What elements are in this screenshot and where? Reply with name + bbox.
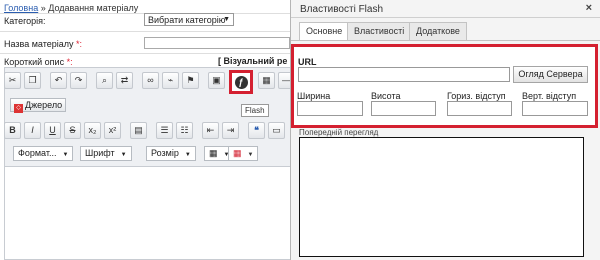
- dropdown-arrow-icon: ▼: [184, 152, 191, 158]
- dialog-title: Властивості Flash: [300, 4, 384, 15]
- div-icon[interactable]: ▭: [268, 122, 285, 139]
- divider: [0, 31, 290, 32]
- category-select[interactable]: Вибрати категорію ▼: [144, 13, 234, 26]
- url-input[interactable]: [298, 67, 510, 82]
- vspace-label: Верт. відступ: [522, 91, 577, 101]
- required-mark: *:: [76, 39, 83, 49]
- copy-icon[interactable]: ❐: [24, 72, 41, 89]
- find-icon[interactable]: ⌕: [96, 72, 113, 89]
- image-icon[interactable]: ▣: [208, 72, 225, 89]
- link-icon[interactable]: ∞: [142, 72, 159, 89]
- hr-icon[interactable]: ―: [278, 72, 290, 89]
- bold-button[interactable]: B: [4, 122, 21, 139]
- subscript-button[interactable]: x₂: [84, 122, 101, 139]
- dropdown-arrow-icon: ▼: [120, 152, 127, 158]
- dropdown-arrow-icon: ▼: [223, 16, 230, 23]
- toolbar-row-1-extra: ▦ ―: [258, 72, 290, 90]
- color-grid-icon: ▦: [209, 148, 218, 158]
- paste-text-icon[interactable]: ▤: [130, 122, 147, 139]
- title-input[interactable]: [144, 37, 290, 49]
- flash-icon: ƒ: [234, 75, 248, 89]
- preview-label: Попередній перегляд: [299, 128, 379, 137]
- short-desc-label: Короткий опис *:: [4, 57, 73, 67]
- tab-properties[interactable]: Властивості: [347, 22, 412, 40]
- flash-tooltip: Flash: [241, 104, 269, 117]
- anchor-icon[interactable]: ⚑: [182, 72, 199, 89]
- undo-icon[interactable]: ↶: [50, 72, 67, 89]
- browse-server-button[interactable]: Огляд Сервера: [513, 66, 588, 83]
- divider: [0, 53, 290, 54]
- breadcrumb: Головна » Додавання матеріалу: [4, 3, 138, 13]
- category-label: Категорія:: [4, 16, 46, 26]
- dropdown-arrow-icon: ▼: [247, 152, 254, 158]
- format-combo-label: Формат...: [18, 148, 57, 158]
- redo-icon[interactable]: ↷: [70, 72, 87, 89]
- preview-area: [299, 137, 584, 257]
- cut-icon[interactable]: ✂: [4, 72, 21, 89]
- dropdown-arrow-icon: ▼: [62, 152, 69, 158]
- title-label-text: Назва матеріалу: [4, 39, 74, 49]
- vspace-input[interactable]: [522, 101, 588, 116]
- width-label: Ширина: [297, 91, 331, 101]
- visual-editor-toggle[interactable]: [ Візуальний ре: [218, 56, 287, 66]
- toolbar-row-3: B I U S x₂ x² ▤ ☰ ☷ ⇤ ⇥ ❝ ▭: [4, 122, 285, 140]
- breadcrumb-separator: »: [40, 3, 46, 13]
- font-combo-label: Шрифт: [85, 148, 115, 158]
- tab-advanced[interactable]: Додаткове: [409, 22, 467, 40]
- italic-button[interactable]: I: [24, 122, 41, 139]
- bg-color-combo[interactable]: ▦ ▼: [228, 146, 259, 161]
- underline-button[interactable]: U: [44, 122, 61, 139]
- source-icon: ◇: [14, 104, 23, 113]
- source-button-label: Джерело: [25, 100, 63, 110]
- height-input[interactable]: [371, 101, 436, 116]
- superscript-button[interactable]: x²: [104, 122, 121, 139]
- category-select-value: Вибрати категорію: [148, 15, 226, 25]
- replace-icon[interactable]: ⇄: [116, 72, 133, 89]
- height-label: Висота: [371, 91, 401, 101]
- size-combo-label: Розмір: [151, 148, 179, 158]
- short-desc-label-text: Короткий опис: [4, 57, 65, 67]
- table-icon[interactable]: ▦: [258, 72, 275, 89]
- outdent-icon[interactable]: ⇤: [202, 122, 219, 139]
- material-form: Головна » Додавання матеріалу Категорія:…: [0, 0, 290, 260]
- size-combo[interactable]: Розмір ▼: [146, 146, 196, 161]
- required-mark: *:: [66, 57, 73, 67]
- source-button[interactable]: ◇ Джерело: [10, 98, 67, 113]
- table-grid-icon: ▦: [233, 148, 242, 158]
- breadcrumb-current: Додавання матеріалу: [48, 3, 139, 13]
- font-combo[interactable]: Шрифт ▼: [80, 146, 132, 161]
- bullet-list-icon[interactable]: ☷: [176, 122, 193, 139]
- blockquote-icon[interactable]: ❝: [248, 122, 265, 139]
- indent-icon[interactable]: ⇥: [222, 122, 239, 139]
- strike-button[interactable]: S: [64, 122, 81, 139]
- flash-properties-dialog: Властивості Flash × Основне Властивості …: [290, 0, 600, 260]
- flash-button[interactable]: ƒ: [229, 70, 253, 94]
- url-label: URL: [298, 57, 317, 67]
- hspace-input[interactable]: [447, 101, 512, 116]
- breadcrumb-home-link[interactable]: Головна: [4, 3, 38, 13]
- format-combo[interactable]: Формат... ▼: [13, 146, 74, 161]
- divider: [291, 40, 600, 41]
- hspace-label: Гориз. відступ: [447, 91, 506, 101]
- title-label: Назва матеріалу *:: [4, 39, 82, 49]
- close-icon[interactable]: ×: [586, 2, 592, 14]
- divider: [291, 17, 600, 18]
- editor-content-area[interactable]: [4, 167, 290, 260]
- numbered-list-icon[interactable]: ☰: [156, 122, 173, 139]
- unlink-icon[interactable]: ⌁: [162, 72, 179, 89]
- toolbar-row-1: ✂ ❐ ↶ ↷ ⌕ ⇄ ∞ ⌁ ⚑ ▣: [4, 72, 225, 90]
- width-input[interactable]: [297, 101, 363, 116]
- tab-main[interactable]: Основне: [299, 22, 350, 41]
